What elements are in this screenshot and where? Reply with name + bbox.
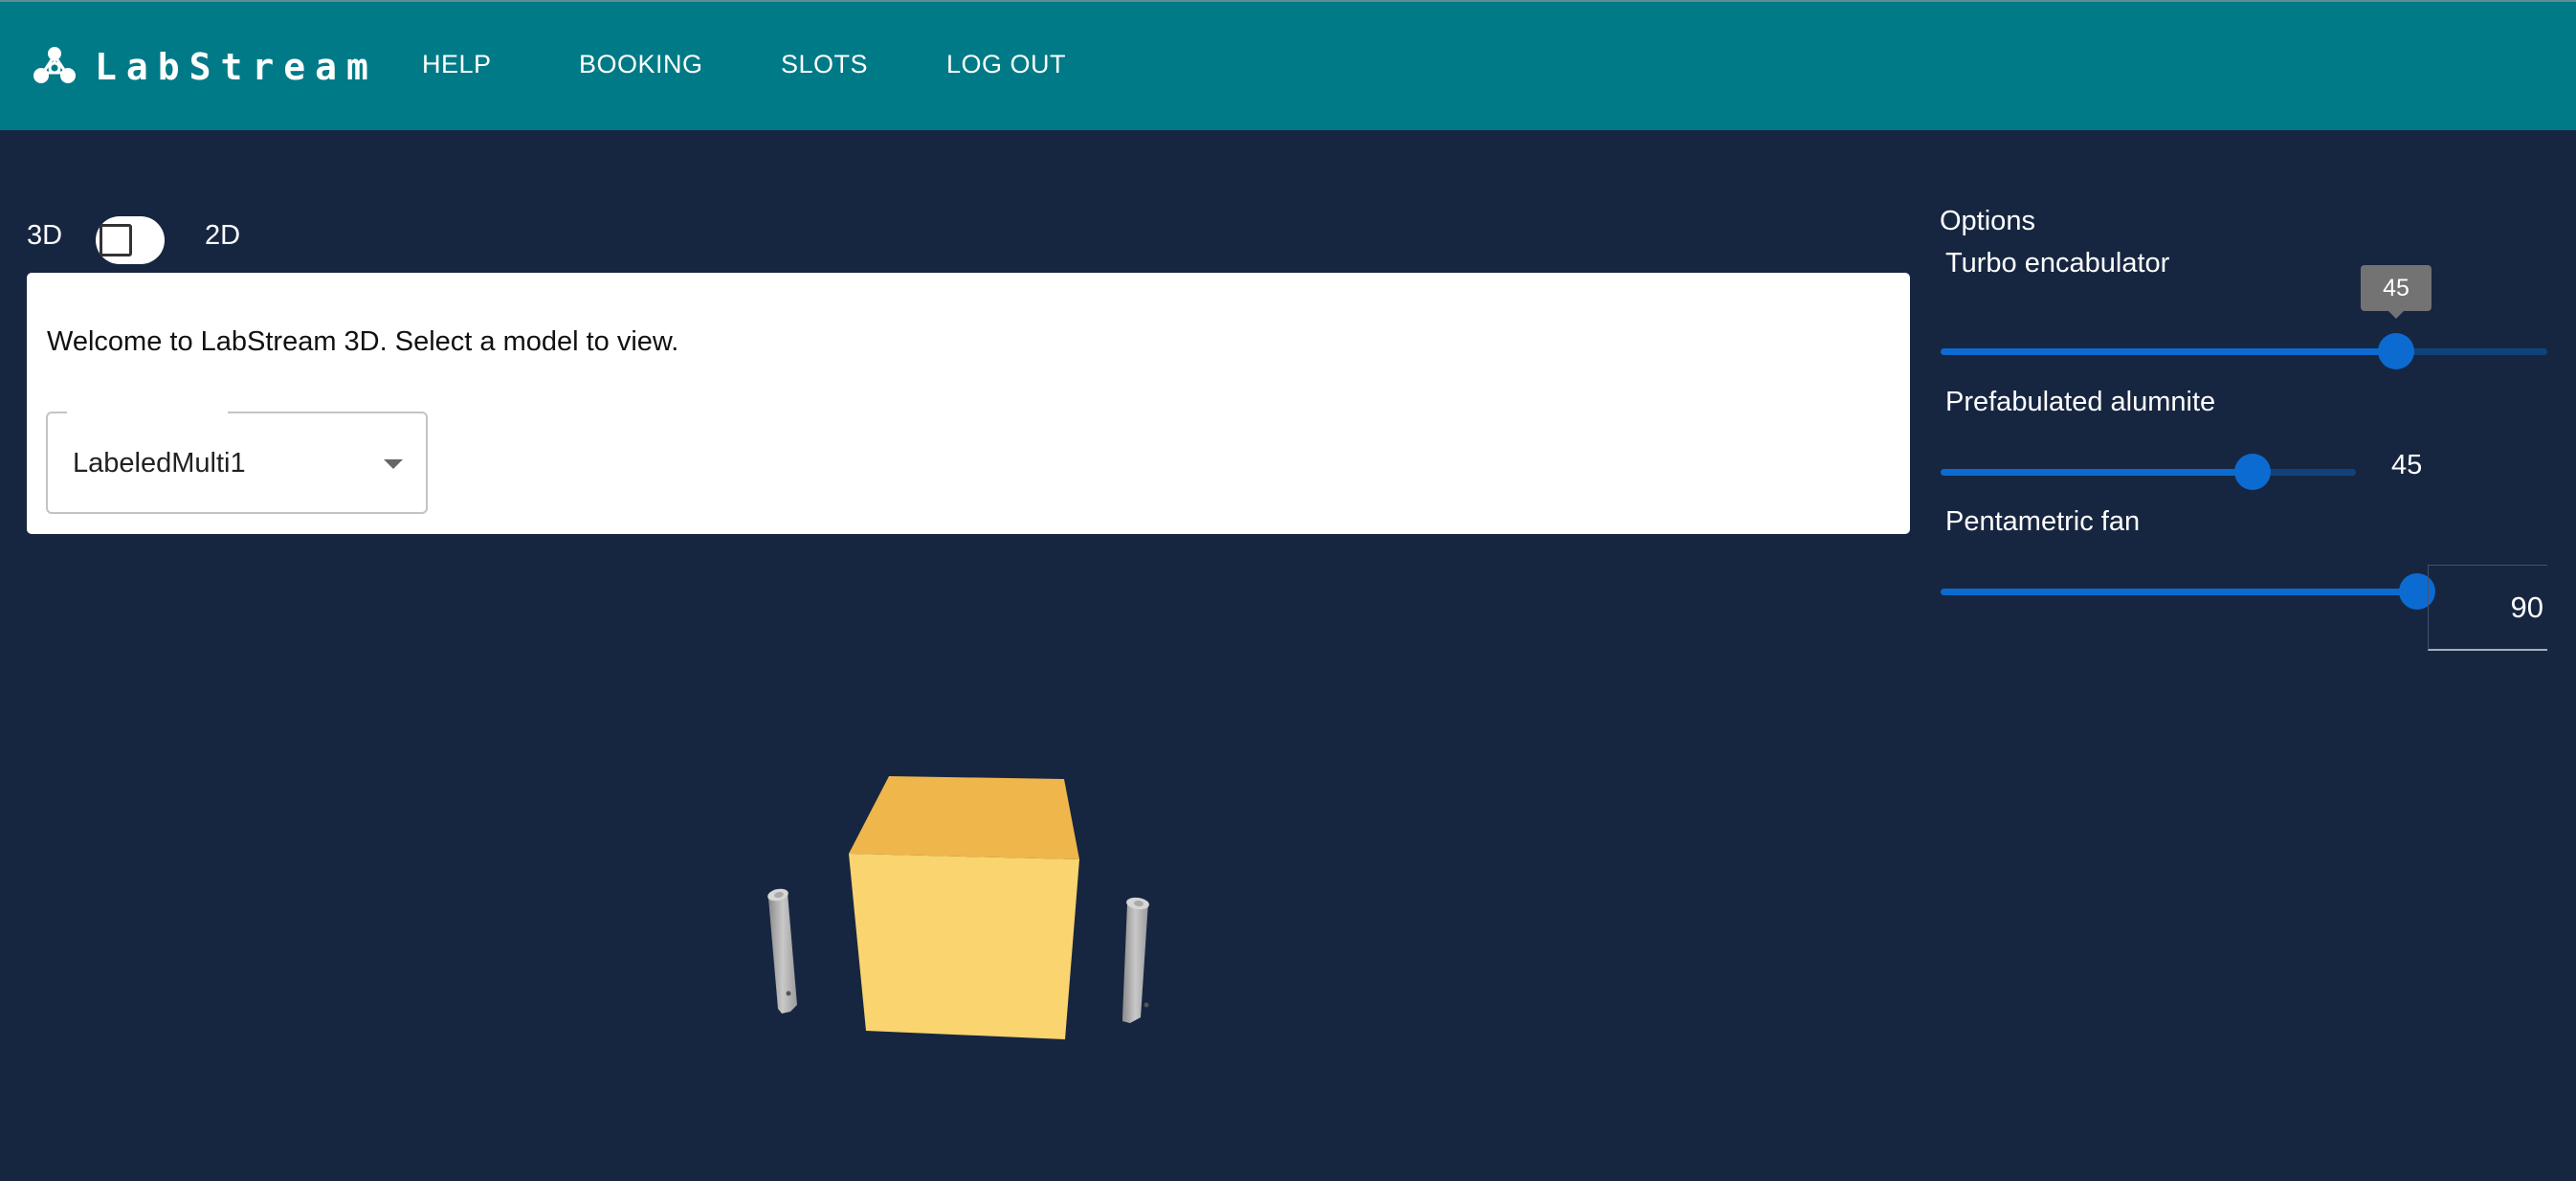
welcome-message: Welcome to LabStream 3D. Select a model …: [47, 326, 679, 357]
slider-pentametric-fan[interactable]: [1941, 573, 2435, 610]
options-title: Options: [1940, 206, 2035, 236]
toggle-label-2d: 2D: [205, 220, 241, 251]
model-select-card: Welcome to LabStream 3D. Select a model …: [27, 273, 1910, 534]
slider-fill: [1941, 348, 2396, 355]
slider-label-pentametric-fan: Pentametric fan: [1945, 506, 2141, 537]
molecule-icon: [33, 47, 76, 83]
pentametric-fan-number-input[interactable]: 90: [2428, 565, 2547, 651]
slider-fill: [1941, 589, 2417, 595]
nav-booking[interactable]: BOOKING: [579, 50, 703, 79]
top-app-bar: LabStream HELP BOOKING SLOTS LOG OUT: [0, 0, 2576, 130]
nav-log-out[interactable]: LOG OUT: [946, 50, 1066, 79]
toggle-label-3d: 3D: [27, 220, 63, 251]
grey-cylinder-left[interactable]: [766, 887, 797, 1014]
chevron-down-icon[interactable]: [384, 459, 403, 469]
nav-help[interactable]: HELP: [422, 50, 492, 79]
slider-turbo-encabulator[interactable]: [1941, 333, 2547, 369]
nav-slots[interactable]: SLOTS: [781, 50, 868, 79]
slider-fill: [1941, 469, 2253, 476]
model-select-value: LabeledMulti1: [73, 448, 246, 479]
slider-value-tooltip: 45: [2361, 265, 2432, 319]
slider-value-text: 45: [2391, 450, 2423, 480]
select-label-notch: [67, 411, 228, 415]
toggle-checkbox[interactable]: [100, 224, 132, 256]
view-mode-toggle[interactable]: [96, 216, 165, 264]
grey-cylinder-right[interactable]: [1122, 896, 1150, 1023]
app-logo[interactable]: LabStream: [32, 42, 378, 92]
slider-label-turbo-encabulator: Turbo encabulator: [1945, 248, 2170, 279]
number-input-value: 90: [2510, 590, 2543, 624]
slider-prefabulated-alumnite[interactable]: [1941, 454, 2356, 490]
app-name: LabStream: [95, 46, 378, 88]
slider-thumb[interactable]: [2233, 454, 2271, 490]
slider-label-prefabulated-alumnite: Prefabulated alumnite: [1945, 387, 2216, 417]
yellow-cube[interactable]: [849, 776, 1079, 1039]
slider-thumb[interactable]: [2377, 333, 2414, 369]
3d-viewport[interactable]: [727, 746, 1206, 1062]
model-select[interactable]: LabeledMulti1: [46, 411, 428, 514]
